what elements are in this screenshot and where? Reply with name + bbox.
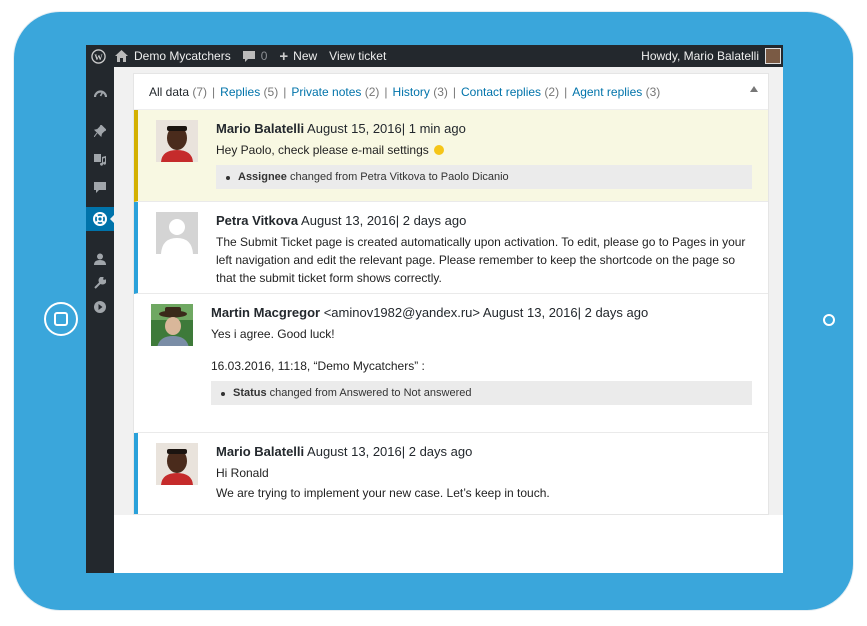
ticket-conversation-panel: All data (7) | Replies (5) | Private not… — [133, 73, 769, 515]
collapse-menu-icon[interactable] — [86, 295, 114, 319]
quoted-header: 16.03.2016, 11:18, “Demo Mycatchers” : — [211, 359, 425, 373]
tab-count: (3) — [433, 84, 448, 99]
tab-count: (2) — [544, 84, 560, 99]
pin-icon[interactable] — [86, 119, 114, 143]
admin-side-menu — [86, 67, 115, 573]
screen: W Demo Mycatchers 0 + New View ticket Ho… — [86, 45, 783, 573]
view-ticket-label: View ticket — [329, 49, 387, 63]
tab-count: (5) — [263, 84, 279, 99]
tab-separator: | — [564, 84, 568, 99]
filter-tabs: All data (7) | Replies (5) | Private not… — [134, 74, 768, 110]
entry-header: Mario Balatelli August 15, 2016| 1 min a… — [216, 120, 752, 138]
entry-text: The Submit Ticket page is created automa… — [216, 235, 746, 285]
tab-contact-replies[interactable]: Contact replies (2) — [461, 85, 559, 99]
entry-text: Yes i agree. Good luck! — [211, 327, 335, 341]
contact-reply-entry: Martin Macgregor <aminov1982@yandex.ru> … — [134, 294, 768, 433]
tab-label: History — [392, 84, 430, 99]
tab-label: All data — [149, 84, 190, 99]
tab-label: Contact replies — [461, 84, 542, 99]
tab-replies[interactable]: Replies (5) — [220, 85, 278, 99]
entry-text: Hey Paolo, check please e-mail settings — [216, 141, 752, 159]
content-footer-area — [114, 515, 783, 573]
site-name: Demo Mycatchers — [134, 49, 231, 63]
changed-field: Status — [233, 387, 267, 399]
camera-icon — [823, 314, 835, 326]
author-avatar — [156, 443, 198, 485]
howdy-text: Howdy, Mario Balatelli — [641, 49, 759, 63]
tab-label: Agent replies — [572, 84, 643, 99]
change-description: changed from Answered to Not answered — [266, 387, 472, 399]
tab-count: (2) — [364, 84, 380, 99]
home-button[interactable] — [44, 302, 78, 336]
tab-agent-replies[interactable]: Agent replies (3) — [572, 85, 660, 99]
entry-header: Petra Vitkova August 13, 2016| 2 days ag… — [216, 212, 752, 230]
agent-reply-entry: Petra Vitkova August 13, 2016| 2 days ag… — [134, 202, 768, 294]
tab-separator: | — [384, 84, 388, 99]
author-name: Petra Vitkova — [216, 213, 299, 228]
media-icon[interactable] — [86, 147, 114, 171]
entry-text: Hi Ronald — [216, 466, 269, 480]
entry-header: Martin Macgregor <aminov1982@yandex.ru> … — [211, 304, 752, 322]
tab-separator: | — [452, 84, 457, 99]
history-change-note: Status changed from Answered to Not answ… — [211, 381, 752, 405]
svg-text:W: W — [94, 51, 103, 61]
tab-count: (7) — [192, 84, 208, 99]
agent-reply-entry: Mario Balatelli August 13, 2016| 2 days … — [134, 433, 768, 514]
author-name: Mario Balatelli — [216, 444, 305, 459]
tab-count: (3) — [645, 84, 661, 99]
tab-label: Private notes — [291, 84, 362, 99]
tab-separator: | — [212, 84, 216, 99]
users-icon[interactable] — [86, 247, 114, 271]
author-email: <aminov1982@yandex.ru> — [323, 305, 481, 320]
plus-icon: + — [279, 47, 289, 65]
new-content-link[interactable]: + New — [273, 45, 323, 67]
tab-separator: | — [283, 84, 287, 99]
account-menu[interactable]: Howdy, Mario Balatelli — [635, 45, 783, 67]
home-icon — [115, 50, 128, 62]
site-name-link[interactable]: Demo Mycatchers — [109, 45, 237, 67]
author-name: Mario Balatelli — [216, 121, 305, 136]
view-ticket-link[interactable]: View ticket — [323, 45, 392, 67]
entry-text-second-line: We are trying to implement your new case… — [216, 486, 550, 500]
tab-label: Replies — [220, 84, 261, 99]
new-label: New — [293, 49, 318, 63]
home-square-icon — [54, 312, 68, 326]
user-avatar — [765, 48, 781, 64]
changed-field: Assignee — [238, 171, 287, 183]
tab-all-data[interactable]: All data (7) — [149, 85, 207, 99]
entry-text-content: Hey Paolo, check please e-mail settings — [216, 143, 429, 157]
author-avatar — [156, 212, 198, 254]
entry-date: August 13, 2016| 2 days ago — [301, 213, 467, 228]
change-description: changed from Petra Vitkova to Paolo Dica… — [286, 171, 509, 183]
author-avatar — [151, 304, 193, 346]
entry-date: August 13, 2016| 2 days ago — [482, 305, 649, 320]
support-ticket-icon[interactable] — [86, 207, 115, 231]
comments-link[interactable]: 0 — [237, 45, 274, 67]
comments-count: 0 — [260, 49, 268, 63]
comment-icon — [242, 50, 255, 62]
smile-emoji-icon — [434, 145, 445, 155]
entry-header: Mario Balatelli August 13, 2016| 2 days … — [216, 443, 752, 461]
author-avatar — [156, 120, 198, 162]
tools-icon[interactable] — [86, 271, 114, 295]
tab-history[interactable]: History (3) — [393, 85, 448, 99]
private-note-entry: Mario Balatelli August 15, 2016| 1 min a… — [134, 110, 768, 202]
history-change-note: Assignee changed from Petra Vitkova to P… — [216, 165, 752, 189]
author-name: Martin Macgregor — [211, 305, 321, 320]
admin-bar: W Demo Mycatchers 0 + New View ticket Ho… — [86, 45, 783, 67]
entry-date: August 15, 2016| 1 min ago — [307, 121, 466, 136]
wordpress-logo-icon[interactable]: W — [87, 45, 109, 67]
tab-private-notes[interactable]: Private notes (2) — [291, 85, 379, 99]
entry-date: August 13, 2016| 2 days ago — [307, 444, 473, 459]
collapse-arrow-icon[interactable] — [750, 86, 758, 92]
comments-menu-icon[interactable] — [86, 175, 114, 199]
dashboard-icon[interactable] — [86, 81, 114, 105]
